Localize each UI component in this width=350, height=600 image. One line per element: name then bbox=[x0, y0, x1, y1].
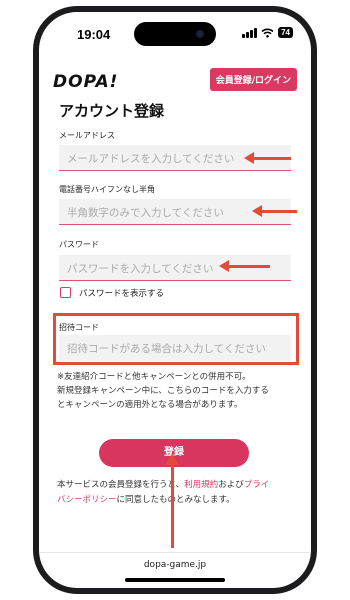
status-icons: 74 bbox=[242, 27, 293, 38]
invite-note: ※友達紹介コードと他キャンペーンとの併用不可。 新規登録キャンペーン中に、こちら… bbox=[57, 370, 269, 412]
invite-label: 招待コード bbox=[59, 323, 99, 332]
terms-text: 本サービスの会員登録を行うと、利用規約およびプライバシーポリシーに同意したものと… bbox=[57, 478, 297, 508]
phone-label: 電話番号ハイフンなし半角 bbox=[59, 185, 155, 194]
password-placeholder: パスワードを入力してください bbox=[67, 263, 214, 275]
password-label: パスワード bbox=[59, 240, 99, 249]
privacy-policy-link[interactable]: プライ bbox=[244, 480, 270, 490]
note-line: 新規登録キャンペーン中に、こちらのコードを入力する bbox=[57, 386, 269, 396]
email-placeholder: メールアドレスを入力してください bbox=[67, 153, 235, 165]
annotation-arrow-password bbox=[219, 260, 270, 272]
note-line: とキャンペーンの適用外となる場合があります。 bbox=[57, 400, 243, 410]
signal-icon bbox=[242, 27, 258, 38]
home-indicator bbox=[125, 578, 225, 582]
annotation-arrow-register bbox=[165, 454, 179, 548]
site-header: DOPA! 会員登録/ログイン bbox=[39, 66, 311, 102]
terms-of-use-link[interactable]: 利用規約 bbox=[184, 480, 218, 490]
invite-placeholder: 招待コードがある場合は入力してください bbox=[67, 343, 266, 355]
privacy-policy-link-cont[interactable]: バシーポリシー bbox=[57, 495, 117, 505]
show-password-label[interactable]: パスワードを表示する bbox=[79, 287, 164, 299]
note-line: ※友達紹介コードと他キャンペーンとの併用不可。 bbox=[57, 372, 251, 382]
email-label: メールアドレス bbox=[59, 131, 115, 140]
dynamic-island bbox=[134, 22, 216, 46]
phone-frame: 19:04 74 DOPA! 会員登録/ログイン アカウント登録 メールアドレス… bbox=[33, 6, 317, 594]
password-field[interactable]: パスワードを入力してください bbox=[59, 255, 291, 281]
invite-code-field[interactable]: 招待コードがある場合は入力してください bbox=[59, 335, 291, 361]
annotation-arrow-email bbox=[244, 152, 291, 164]
domain-label: dopa-game.jp bbox=[143, 560, 207, 570]
battery-icon: 74 bbox=[278, 27, 293, 38]
footer-divider bbox=[39, 552, 311, 553]
phone-screen: 19:04 74 DOPA! 会員登録/ログイン アカウント登録 メールアドレス… bbox=[39, 12, 311, 588]
page-title: アカウント登録 bbox=[59, 102, 165, 120]
camera-icon bbox=[196, 30, 204, 38]
wifi-icon bbox=[261, 28, 274, 38]
terms-prefix: 本サービスの会員登録を行うと、 bbox=[57, 480, 185, 490]
terms-middle: および bbox=[218, 480, 244, 490]
login-register-button[interactable]: 会員登録/ログイン bbox=[209, 68, 297, 91]
status-time: 19:04 bbox=[77, 27, 111, 42]
annotation-arrow-phone bbox=[252, 205, 297, 217]
phone-placeholder: 半角数字のみで入力してください bbox=[67, 207, 224, 219]
show-password-checkbox[interactable] bbox=[60, 287, 71, 298]
terms-suffix: に同意したものとみなします。 bbox=[116, 495, 235, 505]
logo[interactable]: DOPA! bbox=[53, 72, 118, 92]
